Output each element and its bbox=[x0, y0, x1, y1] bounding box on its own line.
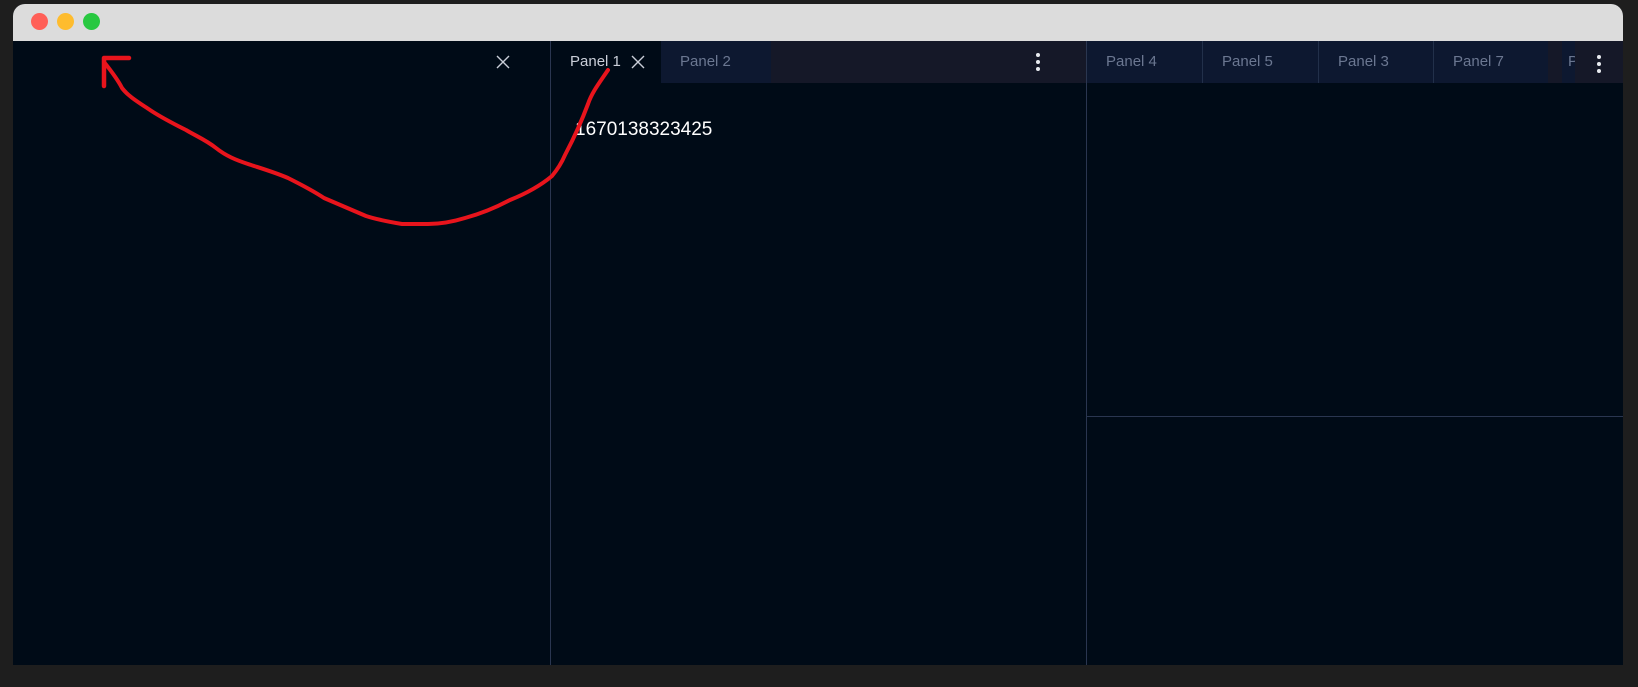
panel-group-right: Panel 4 Panel 5 Panel 3 Panel 7 P bbox=[1086, 41, 1623, 665]
close-icon[interactable] bbox=[630, 54, 646, 70]
panel-group-center: Panel 1 Panel 2 1670138323425 bbox=[550, 41, 1086, 665]
dock-layout: Panel 1 Panel 2 1670138323425 Panel 4 Pa… bbox=[13, 41, 1623, 665]
more-vertical-icon[interactable] bbox=[1575, 41, 1623, 83]
tab-panel-2[interactable]: Panel 2 bbox=[661, 41, 771, 83]
horizontal-splitter[interactable] bbox=[1087, 416, 1623, 417]
window-minimize-button[interactable] bbox=[57, 13, 74, 30]
tab-panel-7[interactable]: Panel 7 bbox=[1433, 41, 1548, 83]
window-titlebar bbox=[13, 4, 1623, 41]
window-maximize-button[interactable] bbox=[83, 13, 100, 30]
panel-content-value: 1670138323425 bbox=[575, 119, 713, 140]
tab-label: Panel 4 bbox=[1106, 53, 1157, 70]
tab-panel-4[interactable]: Panel 4 bbox=[1087, 41, 1202, 83]
tab-label: Panel 1 bbox=[570, 53, 621, 70]
tab-panel-1[interactable]: Panel 1 bbox=[551, 41, 661, 83]
panel-group-left bbox=[13, 41, 549, 665]
window-close-button[interactable] bbox=[31, 13, 48, 30]
tab-panel-5[interactable]: Panel 5 bbox=[1202, 41, 1318, 83]
close-icon[interactable] bbox=[495, 54, 511, 70]
tab-bar: Panel 1 Panel 2 bbox=[551, 41, 1086, 83]
tab-overflow-partial[interactable]: P bbox=[1562, 41, 1576, 83]
tab-label: Panel 2 bbox=[680, 53, 731, 70]
tab-label: Panel 3 bbox=[1338, 53, 1389, 70]
tab-label: Panel 7 bbox=[1453, 53, 1504, 70]
tab-panel-3[interactable]: Panel 3 bbox=[1318, 41, 1433, 83]
more-vertical-icon[interactable] bbox=[1028, 51, 1048, 73]
tab-bar: Panel 4 Panel 5 Panel 3 Panel 7 P bbox=[1087, 41, 1623, 83]
app-window: Panel 1 Panel 2 1670138323425 Panel 4 Pa… bbox=[13, 4, 1623, 665]
tab-label: Panel 5 bbox=[1222, 53, 1273, 70]
